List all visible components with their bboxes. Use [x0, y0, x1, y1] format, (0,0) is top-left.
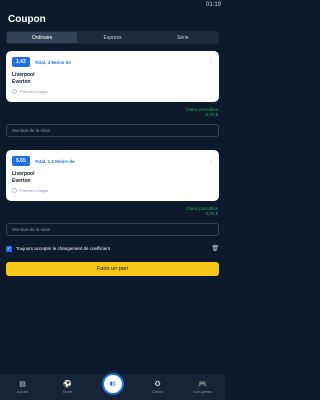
bottom-nav: ▤ Accueil ⚽ Sports ▮▯ ✪ Casino 🎮 Live-ga… [0, 373, 225, 400]
teams: Liverpool Everton [6, 67, 219, 86]
gamepad-icon: 🎮 [198, 380, 207, 388]
gains-value: 0,00 $ [205, 211, 218, 216]
bet-market-label: Total, 4 Moins de [34, 59, 71, 65]
home-icon: ▤ [19, 380, 26, 388]
tab-express[interactable]: Express [77, 32, 147, 43]
trash-icon[interactable]: 🗑 [211, 245, 219, 252]
possible-gains: Gains possibles 0,00 $ [186, 107, 218, 117]
nav-item-casino[interactable]: ✪ Casino [139, 381, 177, 394]
coupon-card: 1.43 Total, 4 Moins de ⋮ Liverpool Evert… [6, 51, 219, 102]
league-icon [12, 188, 17, 193]
coupon-icon: ▮▯ [101, 373, 124, 395]
team-away: Everton [12, 178, 31, 184]
team-away: Everton [12, 79, 31, 85]
soccer-ball-icon: ⚽ [63, 380, 72, 388]
gains-value: 0,00 $ [205, 112, 218, 117]
nav-label: Live-games [193, 389, 212, 394]
tab-ordinaire[interactable]: Ordinaire [7, 32, 78, 43]
possible-gains: Gains possibles 0,00 $ [186, 206, 218, 216]
bet-type-tabs: Ordinaire Express Série [6, 31, 219, 44]
odds-badge: 5.65 [12, 156, 30, 166]
accept-changes-label: Toujours accepter le changement de coeff… [16, 246, 110, 251]
teams: Liverpool Everton [6, 166, 219, 185]
league-name: Premier League [20, 89, 49, 94]
status-bar: 01:19 [0, 0, 225, 9]
casino-chip-icon: ✪ [154, 380, 161, 388]
coupon-card: 5.65 Total, 1.5 Moins de ⋮ Liverpool Eve… [6, 150, 219, 201]
league-icon [12, 89, 17, 94]
team-home: Liverpool [12, 171, 35, 177]
nav-label: Casino [152, 389, 163, 394]
nav-item-live-games[interactable]: 🎮 Live-games [184, 381, 222, 394]
page-title: Coupon [8, 14, 46, 25]
accept-changes-row: ✓ Toujours accepter le changement de coe… [6, 245, 219, 252]
team-home: Liverpool [12, 72, 35, 78]
nav-item-home[interactable]: ▤ Accueil [4, 381, 42, 394]
nav-label: Sports [62, 389, 73, 394]
place-bet-button[interactable]: Faire un pari [6, 262, 219, 276]
status-time: 01:19 [205, 1, 221, 8]
tab-serie[interactable]: Série [148, 32, 218, 43]
stake-input[interactable]: Montant de la mise [6, 223, 219, 236]
odds-badge: 1.43 [12, 57, 30, 67]
nav-item-sports[interactable]: ⚽ Sports [49, 381, 87, 394]
league-row: Premier League [6, 185, 219, 197]
more-icon[interactable]: ⋮ [208, 59, 214, 65]
league-row: Premier League [6, 86, 219, 98]
stake-input[interactable]: Montant de la mise [6, 124, 219, 137]
accept-changes-checkbox[interactable]: ✓ [6, 245, 12, 252]
more-icon[interactable]: ⋮ [208, 158, 214, 164]
league-name: Premier League [20, 188, 49, 193]
nav-label: Accueil [16, 389, 29, 394]
bet-market-label: Total, 1.5 Moins de [34, 158, 75, 164]
nav-item-coupon[interactable]: ▮▯ [94, 373, 132, 395]
